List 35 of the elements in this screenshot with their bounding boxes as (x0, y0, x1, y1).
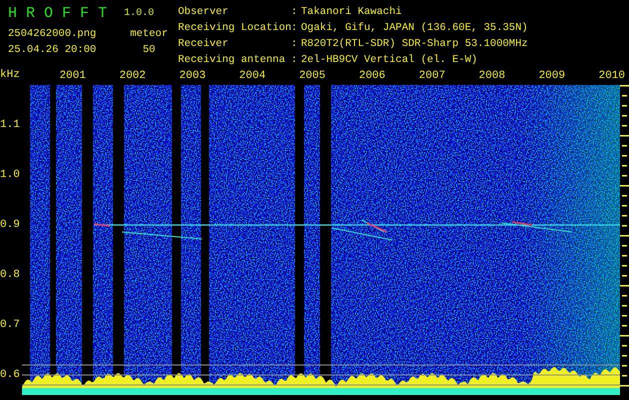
app-version: 1.0.0 (123, 7, 156, 21)
frequency-label: 1.0 (0, 168, 21, 183)
time-label: 2004 (238, 69, 267, 84)
info-label: Receiver (178, 37, 230, 52)
frequency-label: 0.9 (0, 218, 21, 233)
info-separator: : (291, 37, 298, 52)
frequency-label: 0.8 (0, 268, 21, 283)
info-value: Takanori Kawachi (301, 5, 403, 20)
time-label: 2007 (418, 69, 446, 84)
frequency-label: 0.6 (0, 368, 21, 383)
time-label: 2006 (358, 69, 386, 84)
date-time: 25.04.26 20:00 (8, 43, 98, 58)
info-label: Observer (178, 5, 230, 20)
file-name: 2504262000.png (8, 27, 98, 42)
time-label: 2001 (58, 69, 87, 84)
meteor-count: 50 (142, 43, 156, 58)
info-label: Receiving antenna (178, 53, 286, 68)
info-separator: : (291, 5, 298, 20)
time-label: 2010 (598, 69, 626, 84)
axis-unit: kHz (0, 68, 21, 83)
info-separator: : (291, 21, 298, 36)
time-label: 2009 (538, 69, 566, 84)
count-label: meteor (129, 27, 169, 42)
time-label: 2002 (118, 69, 147, 84)
info-value: Ogaki, Gifu, JAPAN (136.60E, 35.35N) (301, 21, 528, 36)
time-label: 2008 (478, 69, 506, 84)
info-separator: : (291, 53, 298, 68)
frequency-label: 1.1 (0, 118, 21, 133)
time-label: 2003 (178, 69, 207, 84)
info-value: 2el-HB9CV Vertical (el. E-W) (301, 53, 478, 68)
frequency-label: 0.7 (0, 318, 21, 333)
app-title: H R O F F T (8, 4, 108, 24)
time-label: 2005 (298, 69, 326, 84)
info-value: R820T2(RTL-SDR) SDR-Sharp 53.1000MHz (301, 37, 528, 52)
info-label: Receiving Location (178, 21, 291, 36)
